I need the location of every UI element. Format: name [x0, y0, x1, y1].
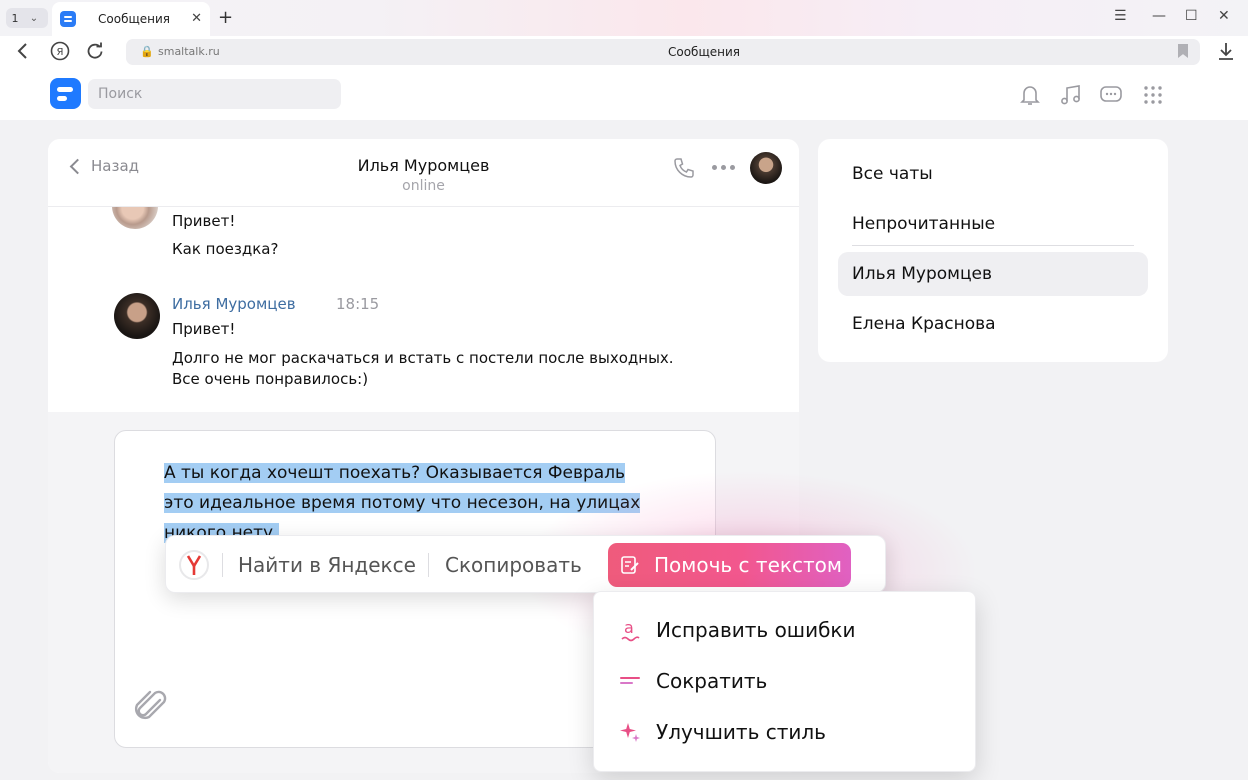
- menu-item-label: Сократить: [656, 669, 768, 693]
- chat-header: Назад Илья Муромцев online: [48, 139, 799, 207]
- copy-button[interactable]: Скопировать: [445, 553, 582, 577]
- menu-item-label: Улучшить стиль: [656, 720, 826, 744]
- url-field[interactable]: 🔒 smaltalk.ru Сообщения: [126, 39, 1200, 65]
- phone-icon[interactable]: [672, 156, 696, 184]
- help-with-text-label: Помочь с текстом: [654, 553, 842, 577]
- chat-filter-panel: Все чаты Непрочитанные Илья Муромцев Еле…: [818, 139, 1168, 362]
- message-line: Как поездка?: [172, 240, 279, 258]
- yandex-home-icon[interactable]: Я: [50, 41, 70, 65]
- sidebar-item-ilya-muromtsev[interactable]: Илья Муромцев: [838, 252, 1148, 296]
- minimize-icon[interactable]: —: [1152, 8, 1166, 24]
- message-line: Долго не мог раскачаться и встать с пост…: [172, 349, 674, 367]
- music-icon[interactable]: [1057, 82, 1083, 108]
- search-input[interactable]: [88, 79, 341, 109]
- sparkles-icon: [618, 720, 642, 744]
- maximize-icon[interactable]: ☐: [1185, 8, 1198, 24]
- messenger-icon[interactable]: [1098, 82, 1124, 108]
- ai-text-menu: a Исправить ошибки Сократить Улучшить ст…: [593, 591, 976, 772]
- draft-line: А ты когда хочешт поехать? Оказывается Ф…: [164, 463, 626, 483]
- bell-icon[interactable]: [1017, 82, 1043, 108]
- message-line: Привет!: [172, 320, 236, 338]
- sidebar-item-elena-krasnova[interactable]: Елена Краснова: [838, 302, 1148, 346]
- message-sender[interactable]: Илья Муромцев: [172, 295, 296, 313]
- tab-title: Сообщения: [98, 12, 171, 26]
- divider: [852, 245, 1134, 246]
- apps-grid-icon[interactable]: [1140, 82, 1166, 108]
- message-line: Все очень понравилось:): [172, 370, 369, 388]
- shorten-lines-icon: [618, 669, 642, 693]
- search-yandex-button[interactable]: Найти в Яндексе: [238, 553, 416, 577]
- more-options-icon[interactable]: [712, 165, 735, 170]
- address-bar-row: Я 🔒 smaltalk.ru Сообщения: [0, 36, 1248, 70]
- new-tab-icon[interactable]: +: [218, 7, 233, 28]
- app-header: [0, 70, 1248, 120]
- tab-counter-button[interactable]: 1 ⌄: [6, 8, 48, 28]
- sidebar-item-all-chats[interactable]: Все чаты: [838, 152, 1148, 196]
- menu-icon[interactable]: ☰: [1114, 8, 1127, 24]
- sidebar-item-unread[interactable]: Непрочитанные: [838, 202, 1148, 246]
- attach-icon[interactable]: [133, 687, 169, 731]
- menu-item-shorten[interactable]: Сократить: [594, 659, 977, 703]
- message-line: Привет!: [172, 212, 236, 230]
- letter-a-icon: a: [618, 618, 642, 642]
- svg-text:a: a: [624, 618, 634, 637]
- divider: [428, 553, 429, 577]
- chevron-down-icon: ⌄: [29, 12, 39, 24]
- yandex-logo-icon[interactable]: [179, 550, 209, 580]
- selection-toolbar: Найти в Яндексе Скопировать Помочь с тек…: [165, 535, 886, 593]
- tab-count: 1: [11, 11, 19, 25]
- browser-tab[interactable]: Сообщения ✕: [52, 2, 210, 36]
- app-logo-icon[interactable]: [50, 78, 81, 109]
- draft-line: это идеальное время потому что несезон, …: [164, 493, 641, 513]
- back-icon[interactable]: [16, 42, 30, 64]
- browser-tab-bar: 1 ⌄ Сообщения ✕ + ☰ — ☐ ✕: [0, 0, 1248, 36]
- avatar[interactable]: [750, 152, 782, 184]
- download-icon[interactable]: [1218, 42, 1234, 64]
- message-time: 18:15: [336, 295, 380, 313]
- help-with-text-button[interactable]: Помочь с текстом: [608, 543, 851, 587]
- close-icon[interactable]: ✕: [191, 11, 202, 26]
- page-title: Сообщения: [667, 45, 740, 59]
- menu-item-improve-style[interactable]: Улучшить стиль: [594, 710, 977, 754]
- favicon-icon: [60, 11, 76, 27]
- edit-text-icon: [620, 555, 640, 580]
- menu-item-fix-errors[interactable]: a Исправить ошибки: [594, 608, 977, 652]
- reload-icon[interactable]: [86, 42, 104, 64]
- menu-item-label: Исправить ошибки: [656, 618, 856, 642]
- divider: [222, 553, 223, 577]
- window-close-icon[interactable]: ✕: [1218, 8, 1230, 24]
- svg-text:Я: Я: [57, 47, 64, 58]
- avatar[interactable]: [114, 293, 160, 339]
